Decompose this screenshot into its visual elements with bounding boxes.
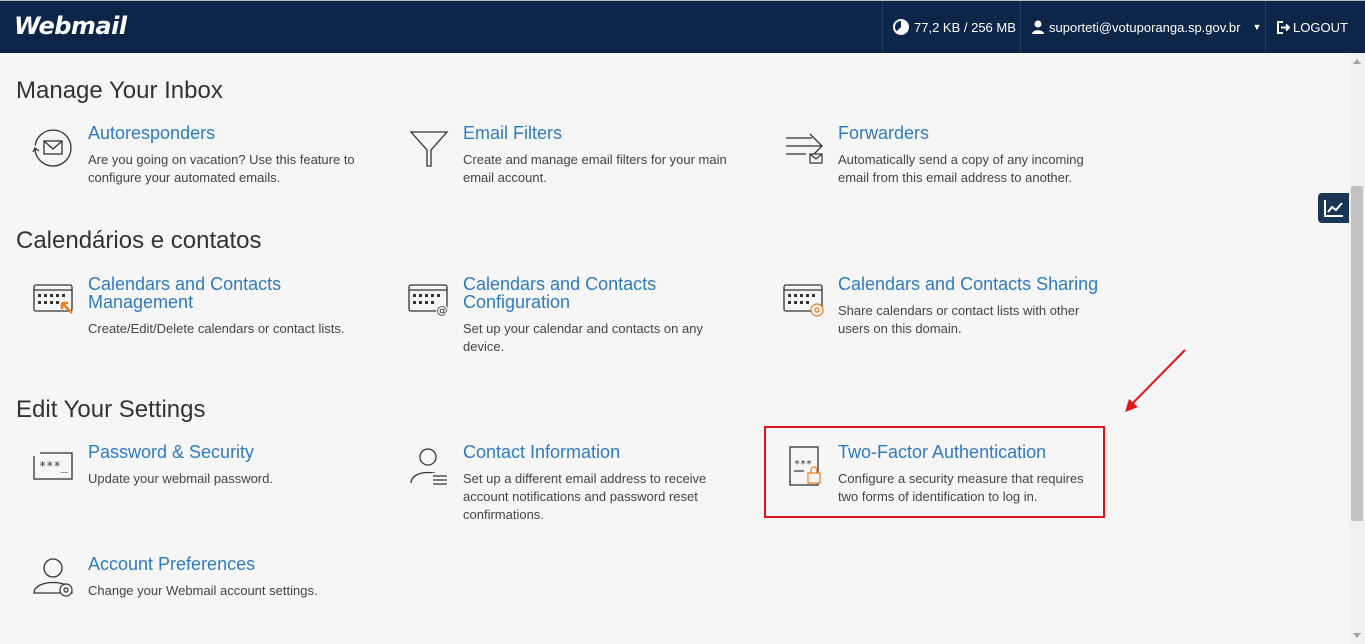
autoresponders-desc-2: configure your automated emails.: [88, 170, 281, 185]
user-email: suporteti@votuporanga.sp.gov.br: [1049, 19, 1241, 35]
section-title-settings: Edit Your Settings: [16, 396, 206, 423]
separator: [882, 1, 883, 53]
password-security-desc-1: Update your webmail password.: [88, 471, 273, 486]
webmail-logo[interactable]: Webmail: [14, 12, 127, 40]
calendars-configuration-desc-1: Set up your calendar and contacts on any: [463, 321, 703, 336]
calendars-configuration-link[interactable]: Calendars and Contacts Configuration: [463, 275, 733, 311]
annotation-arrow-icon: [1125, 349, 1186, 412]
logout-button[interactable]: LOGOUT: [1277, 1, 1348, 53]
section-title-inbox: Manage Your Inbox: [16, 77, 223, 104]
contact-information-desc-3: confirmations.: [463, 507, 544, 522]
scroll-up-icon[interactable]: [1353, 59, 1361, 64]
disk-quota[interactable]: 77,2 KB / 256 MB: [893, 1, 1016, 53]
calendars-sharing-desc-1: Share calendars or contact lists with ot…: [838, 303, 1080, 318]
chevron-down-icon: ▼: [1252, 22, 1262, 32]
scroll-down-icon[interactable]: [1353, 633, 1361, 638]
svg-text:@: @: [437, 304, 448, 317]
stats-chart-icon: [1324, 200, 1343, 217]
account-preferences-link[interactable]: Account Preferences: [88, 555, 358, 573]
forward-icon: [786, 133, 823, 164]
password-icon: ***_: [32, 451, 73, 480]
email-filters-desc-1: Create and manage email filters for your…: [463, 152, 727, 167]
separator: [1265, 1, 1266, 53]
quota-text: 77,2 KB / 256 MB: [914, 19, 1016, 35]
stats-button[interactable]: [1318, 193, 1350, 223]
calendars-sharing-desc-2: users on this domain.: [838, 321, 962, 336]
password-security-link[interactable]: Password & Security: [88, 443, 358, 461]
forwarders-desc-1: Automatically send a copy of any incomin…: [838, 152, 1084, 167]
calendars-management-desc-1: Create/Edit/Delete calendars or contact …: [88, 321, 345, 336]
user-icon: [1032, 20, 1044, 34]
scroll-thumb[interactable]: [1351, 186, 1363, 521]
contact-information-link[interactable]: Contact Information: [463, 443, 733, 461]
account-preferences-icon: [33, 558, 73, 597]
calendars-configuration-name-2: Configuration: [463, 292, 571, 312]
forwarders-link[interactable]: Forwarders: [838, 124, 1108, 142]
calendars-management-name-2: Management: [88, 292, 194, 312]
calendars-management-link[interactable]: Calendars and Contacts Management: [88, 275, 358, 311]
calendars-configuration-name-1: Calendars and Contacts: [463, 274, 657, 294]
forwarders-desc-2: email from this email address to another…: [838, 170, 1073, 185]
calendars-sharing-link[interactable]: Calendars and Contacts Sharing: [838, 275, 1108, 293]
vertical-scrollbar[interactable]: [1349, 53, 1365, 644]
account-preferences-desc-1: Change your Webmail account settings.: [88, 583, 318, 598]
section-title-calendars: Calendários e contatos: [16, 227, 262, 254]
calendars-configuration-desc-2: device.: [463, 339, 505, 354]
autoresponders-desc-1: Are you going on vacation? Use this feat…: [88, 152, 355, 167]
separator: [1020, 1, 1021, 53]
filter-icon: [409, 131, 449, 167]
calendars-management-name-1: Calendars and Contacts: [88, 274, 282, 294]
calendar-edit-icon: [33, 284, 73, 314]
email-filters-desc-2: email account.: [463, 170, 547, 185]
pie-chart-icon: [893, 19, 909, 35]
logout-icon: [1277, 20, 1291, 34]
email-filters-link[interactable]: Email Filters: [463, 124, 733, 142]
top-navigation-bar: Webmail 77,2 KB / 256 MB suporteti@votup…: [0, 0, 1365, 53]
contact-info-icon: [410, 448, 449, 485]
autoresponders-link[interactable]: Autoresponders: [88, 124, 358, 142]
user-menu[interactable]: suporteti@votuporanga.sp.gov.br ▼: [1032, 1, 1261, 53]
highlight-box: [764, 426, 1105, 518]
contact-information-desc-1: Set up a different email address to rece…: [463, 471, 707, 486]
calendar-share-icon: [783, 284, 824, 317]
svg-text:***_: ***_: [39, 459, 69, 473]
contact-information-desc-2: account notifications and password reset: [463, 489, 698, 504]
logout-label: LOGOUT: [1293, 19, 1348, 35]
calendar-config-icon: @: [408, 284, 448, 317]
autoresponder-icon: [30, 129, 72, 167]
